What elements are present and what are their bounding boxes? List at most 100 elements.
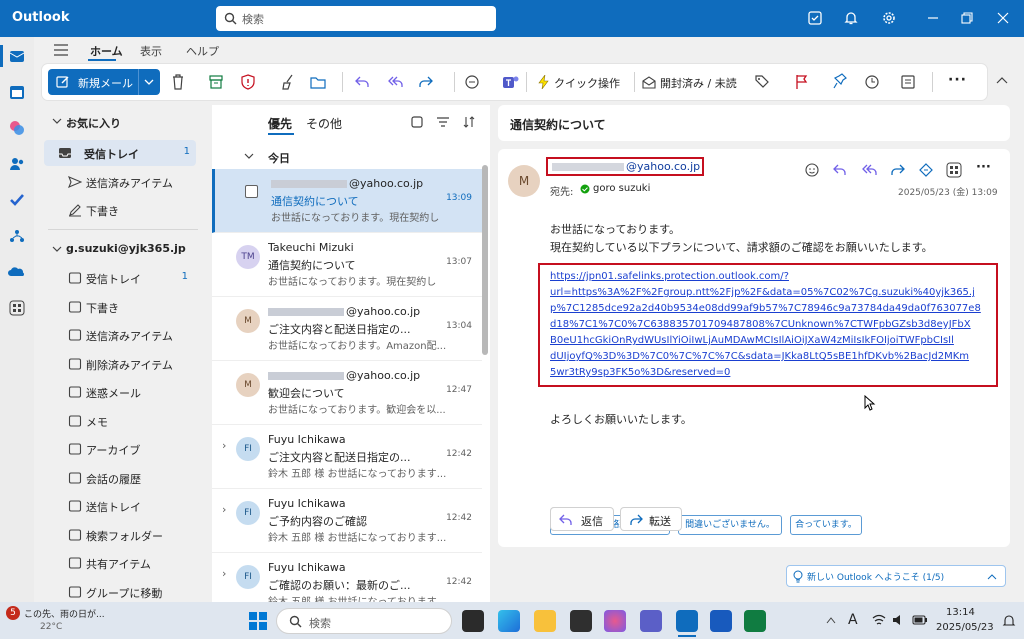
sender-avatar[interactable]: FI xyxy=(236,565,260,589)
ime-indicator[interactable]: A xyxy=(848,612,858,628)
message-row[interactable]: @yahoo.co.jp 通信契約について 13:09 お世話になっております。現在契… xyxy=(212,169,482,233)
folder-item[interactable]: 迷惑メール xyxy=(34,379,210,405)
sweep-icon[interactable] xyxy=(280,72,296,92)
onedrive-icon[interactable] xyxy=(8,263,26,281)
copilot-taskbar-icon[interactable] xyxy=(604,610,626,632)
link-line[interactable]: d18%7C1%7C0%7C638835701709487808%7CUnkno… xyxy=(550,317,996,333)
close-icon[interactable] xyxy=(994,9,1012,27)
folder-item[interactable]: 共有アイテム xyxy=(34,550,210,576)
folder-item[interactable]: 会話の履歴 xyxy=(34,465,210,491)
filter-icon[interactable] xyxy=(436,115,450,129)
message-row[interactable]: FI › Fuyu Ichikawa ご注文内容と配送日指定の... 12:42 鈴木 五… xyxy=(212,425,482,489)
sender-avatar[interactable]: M xyxy=(236,309,260,333)
archive-icon[interactable] xyxy=(208,72,224,92)
forward-icon[interactable] xyxy=(418,72,434,92)
teams-icon[interactable] xyxy=(502,72,520,92)
more-options-icon[interactable]: ··· xyxy=(948,72,967,88)
hamburger-icon[interactable] xyxy=(54,44,68,56)
folder-item[interactable]: 検索フォルダー xyxy=(34,522,210,548)
weather-text[interactable]: この先、雨の日が... xyxy=(24,607,105,620)
favorites-header[interactable]: お気に入り xyxy=(66,115,121,131)
wifi-icon[interactable] xyxy=(872,614,886,626)
folder-item[interactable]: 削除済みアイテム xyxy=(34,351,210,377)
account-header[interactable]: g.suzuki@yjk365.jp xyxy=(66,242,186,255)
new-mail-button[interactable]: 新規メール xyxy=(48,69,160,95)
people-icon[interactable] xyxy=(8,155,26,173)
snooze-clock-icon[interactable] xyxy=(864,72,880,92)
message-row[interactable]: M @yahoo.co.jp 歓迎会について 12:47 お世話になっております。歓迎会… xyxy=(212,361,482,425)
folder-item[interactable]: グループに移動 xyxy=(34,579,210,605)
speaker-icon[interactable] xyxy=(892,614,906,626)
sender-avatar[interactable]: FI xyxy=(236,501,260,525)
chevron-down-icon[interactable] xyxy=(244,153,254,161)
tab-view[interactable]: 表示 xyxy=(140,43,162,59)
link-line[interactable]: B0eU1hcGkiOnRydWUsIlYiOiIwLjAuMDAwMCIsIl… xyxy=(550,333,996,349)
message-row[interactable]: FI › Fuyu Ichikawa ご予約内容のご確認 12:42 鈴木 五郎 様 お世… xyxy=(212,489,482,553)
chevron-right-icon[interactable]: › xyxy=(222,567,226,580)
emoji-icon[interactable] xyxy=(804,162,820,178)
tab-focused[interactable]: 優先 xyxy=(268,115,292,132)
message-row[interactable]: TM Takeuchi Mizuki 通信契約について 13:07 お世話になっておりま… xyxy=(212,233,482,297)
copilot-icon[interactable] xyxy=(8,119,26,137)
list-scrollbar[interactable] xyxy=(482,165,488,355)
restore-icon[interactable] xyxy=(958,9,976,27)
apps-icon[interactable] xyxy=(946,162,962,178)
reply-all-icon[interactable] xyxy=(860,162,878,178)
notification-bell-icon[interactable] xyxy=(1002,614,1016,628)
search-box[interactable]: 検索 xyxy=(216,6,496,31)
calendar-icon[interactable] xyxy=(8,83,26,101)
sender-avatar[interactable]: M xyxy=(508,165,540,197)
mail-icon[interactable] xyxy=(8,47,26,65)
tab-home[interactable]: ホーム xyxy=(90,43,123,59)
message-row[interactable]: M @yahoo.co.jp ご注文内容と配送日指定の... 13:04 お世話になって… xyxy=(212,297,482,361)
ribbon-collapse-icon[interactable] xyxy=(996,76,1008,84)
outlook-taskbar-icon[interactable] xyxy=(676,610,698,632)
folder-item[interactable]: 送信済みアイテム xyxy=(34,322,210,348)
chevron-up-icon[interactable] xyxy=(826,616,836,624)
chevron-right-icon[interactable]: › xyxy=(222,503,226,516)
mark-read-button[interactable]: 開封済み / 未読 xyxy=(640,70,744,94)
folder-item[interactable]: 受信トレイ 1 xyxy=(34,265,210,291)
forward-button[interactable]: 転送 xyxy=(620,507,682,531)
gear-icon[interactable] xyxy=(880,9,898,27)
fav-inbox[interactable]: 受信トレイ 1 xyxy=(44,140,196,166)
welcome-banner[interactable]: 新しい Outlook へようこそ (1/5) xyxy=(786,565,1006,587)
store-icon[interactable] xyxy=(570,610,592,632)
chevron-up-icon[interactable] xyxy=(987,574,997,580)
select-icon[interactable] xyxy=(410,115,424,129)
more-apps-icon[interactable] xyxy=(8,299,26,317)
teams-taskbar-icon[interactable] xyxy=(640,610,662,632)
excel-icon[interactable] xyxy=(744,610,766,632)
pin-icon[interactable] xyxy=(832,72,848,92)
edge-icon[interactable] xyxy=(498,610,520,632)
to-recipient[interactable]: goro suzuki xyxy=(593,183,650,194)
reply-all-icon[interactable] xyxy=(386,72,404,92)
my-day-icon[interactable] xyxy=(806,9,824,27)
report-shield-icon[interactable] xyxy=(240,72,256,92)
fav-drafts[interactable]: 下書き xyxy=(34,197,210,223)
taskbar-search[interactable]: 検索 xyxy=(276,608,452,634)
reply-button-main[interactable]: 返信 xyxy=(550,507,614,531)
org-explorer-icon[interactable] xyxy=(8,227,26,245)
sender-avatar[interactable]: TM xyxy=(236,245,260,269)
sort-icon[interactable] xyxy=(462,115,476,129)
folder-item[interactable]: アーカイブ xyxy=(34,436,210,462)
clock-time[interactable]: 13:14 xyxy=(946,607,975,618)
move-folder-icon[interactable] xyxy=(310,72,326,92)
tab-other[interactable]: その他 xyxy=(306,115,342,132)
tag-icon[interactable] xyxy=(754,72,770,92)
chat-icon[interactable] xyxy=(464,72,480,92)
link-line[interactable]: 5wr3tRy9sp3FK5o%3D&reserved=0 xyxy=(550,365,996,381)
word-icon[interactable] xyxy=(710,610,732,632)
suspicious-link[interactable]: https://jpn01.safelinks.protection.outlo… xyxy=(550,269,996,381)
chevron-down-icon[interactable] xyxy=(144,79,154,85)
loop-icon[interactable] xyxy=(918,162,934,178)
link-line[interactable]: p%7C1285dce92a2d40b9534e08dd99af9b57%7C7… xyxy=(550,301,996,317)
sender-avatar[interactable]: FI xyxy=(236,437,260,461)
folder-item[interactable]: 送信トレイ xyxy=(34,493,210,519)
tab-help[interactable]: ヘルプ xyxy=(186,43,219,59)
suggested-reply-3[interactable]: 合っています。 xyxy=(790,515,862,535)
link-line[interactable]: url=https%3A%2F%2Fgroup.ntt%2Fjp%2F&data… xyxy=(550,285,996,301)
sender-avatar[interactable]: M xyxy=(236,373,260,397)
folder-item[interactable]: 下書き xyxy=(34,294,210,320)
